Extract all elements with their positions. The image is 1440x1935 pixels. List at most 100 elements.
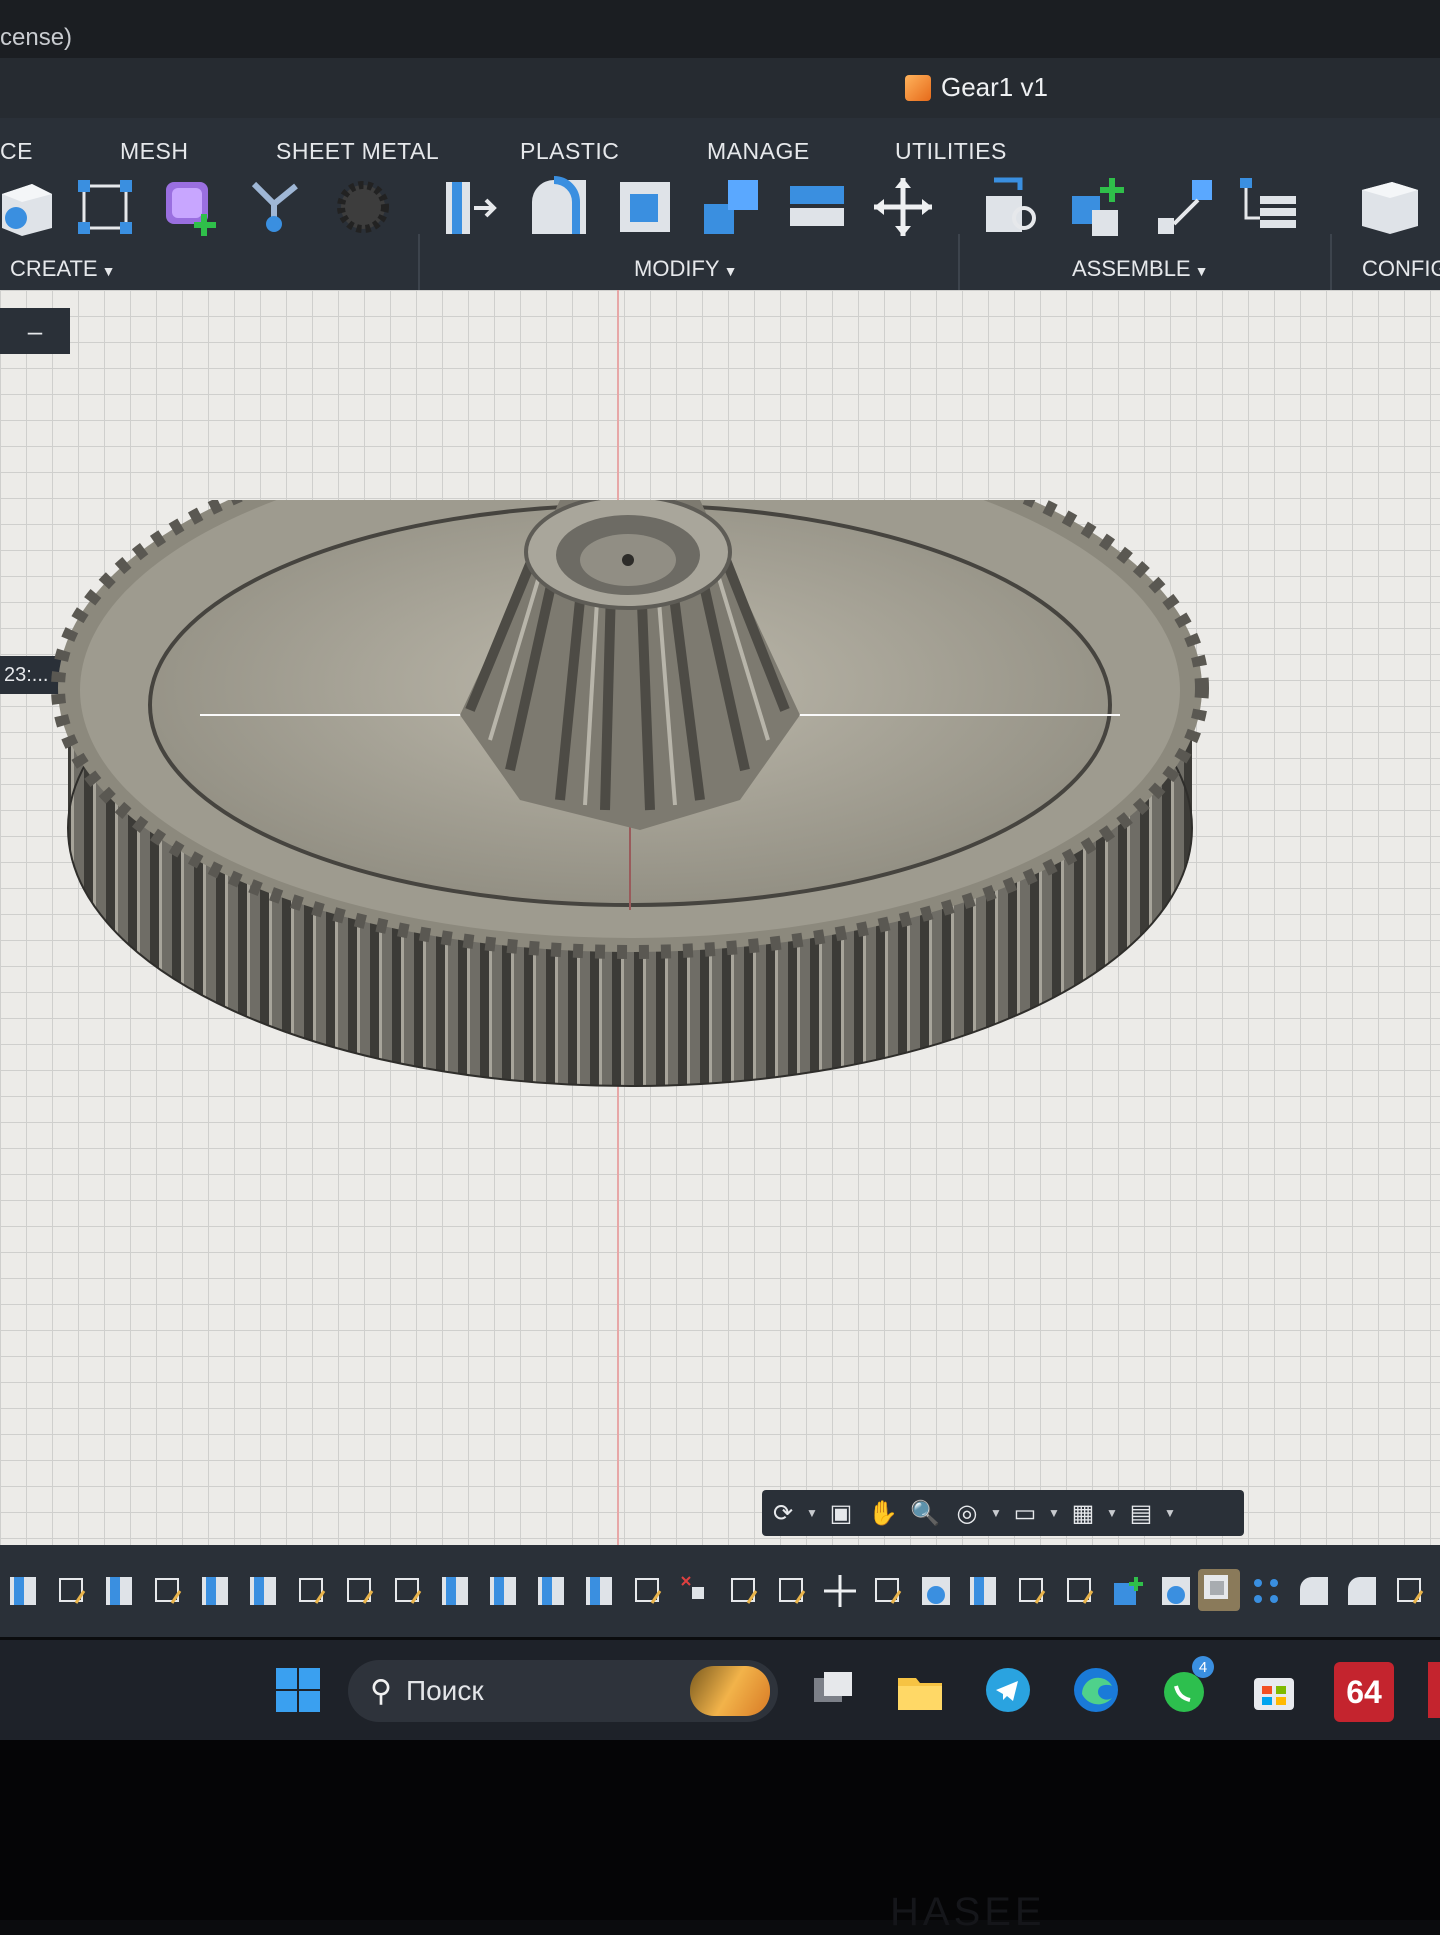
timeline-extrude-icon[interactable] — [486, 1573, 522, 1609]
joint-icon[interactable] — [980, 174, 1046, 240]
search-icon: ⚲ — [370, 1674, 392, 1708]
timeline-component-icon[interactable] — [1110, 1573, 1146, 1609]
timeline-extrude-icon[interactable] — [438, 1573, 474, 1609]
timeline-extrude-icon[interactable] — [534, 1573, 570, 1609]
timeline-sketch-icon[interactable] — [726, 1573, 762, 1609]
gear-tool-icon[interactable] — [330, 174, 396, 240]
microsoft-store-icon[interactable] — [1246, 1662, 1302, 1718]
tab-sheet-metal[interactable]: SHEET METAL — [276, 138, 439, 165]
move-copy-icon[interactable] — [870, 174, 936, 240]
caret-down-icon[interactable]: ▼ — [804, 1506, 820, 1520]
timeline-sketch-icon[interactable] — [1062, 1573, 1098, 1609]
monitor-brand-logo: HASEE — [890, 1890, 1046, 1934]
timeline-current-feature-icon[interactable] — [1198, 1569, 1240, 1611]
caret-down-icon[interactable]: ▼ — [1104, 1506, 1120, 1520]
tab-manage[interactable]: MANAGE — [707, 138, 810, 165]
app-partial-icon[interactable] — [1428, 1662, 1440, 1718]
offset-face-icon[interactable] — [784, 174, 850, 240]
timeline-sketch-icon[interactable] — [870, 1573, 906, 1609]
create-menu[interactable]: CREATE ▼ — [10, 256, 115, 282]
modify-label: MODIFY — [634, 256, 720, 281]
document-name: Gear1 v1 — [941, 72, 1048, 102]
tab-surface[interactable]: CE — [0, 138, 33, 165]
license-text: cense) — [0, 24, 73, 51]
tab-mesh[interactable]: MESH — [120, 138, 188, 165]
fillet-icon[interactable] — [526, 174, 592, 240]
create-label: CREATE — [10, 256, 98, 281]
timeline-sketch-icon[interactable] — [774, 1573, 810, 1609]
create-sketch-icon[interactable] — [72, 174, 138, 240]
windows-start-icon[interactable] — [270, 1662, 326, 1718]
configure-icon[interactable] — [1356, 174, 1422, 240]
timeline-sketch-icon[interactable] — [630, 1573, 666, 1609]
caret-down-icon: ▼ — [723, 263, 738, 279]
caret-down-icon[interactable]: ▼ — [1046, 1506, 1062, 1520]
timeline-revolve-icon[interactable] — [1158, 1573, 1194, 1609]
telegram-icon[interactable] — [980, 1662, 1036, 1718]
configure-menu[interactable]: CONFIG — [1362, 256, 1440, 282]
look-at-icon[interactable]: ▣ — [820, 1493, 862, 1533]
browser-collapse-button[interactable]: – — [0, 308, 70, 354]
pan-hand-icon[interactable]: ✋ — [862, 1493, 904, 1533]
gear-model[interactable] — [40, 500, 1220, 1320]
timeline-extrude-icon[interactable] — [966, 1573, 1002, 1609]
task-view-icon[interactable] — [806, 1662, 862, 1718]
caret-down-icon: ▼ — [1194, 263, 1209, 279]
timeline-extrude-icon[interactable] — [582, 1573, 618, 1609]
timeline-sketch-icon[interactable] — [1392, 1573, 1428, 1609]
zoom-icon[interactable]: 🔍 — [904, 1493, 946, 1533]
timeline-sketch-icon[interactable] — [294, 1573, 330, 1609]
search-highlight-image — [690, 1666, 770, 1716]
taskbar-search[interactable]: ⚲ Поиск — [348, 1660, 778, 1722]
edge-browser-icon[interactable] — [1068, 1662, 1124, 1718]
modify-menu[interactable]: MODIFY ▼ — [634, 256, 737, 282]
shell-icon[interactable] — [612, 174, 678, 240]
timeline-extrude-icon[interactable] — [6, 1573, 42, 1609]
ribbon-tabs: CE MESH SHEET METAL PLASTIC MANAGE UTILI… — [0, 128, 1440, 168]
document-tab[interactable]: Gear1 v1 — [905, 72, 1048, 103]
timeline-move-icon[interactable] — [822, 1573, 858, 1609]
caret-down-icon[interactable]: ▼ — [1162, 1506, 1178, 1520]
collapse-label: – — [27, 315, 43, 346]
display-settings-icon[interactable]: ▭ — [1004, 1493, 1046, 1533]
caret-down-icon: ▼ — [101, 263, 116, 279]
timeline-sketch-icon[interactable] — [390, 1573, 426, 1609]
tab-plastic[interactable]: PLASTIC — [520, 138, 619, 165]
assemble-label: ASSEMBLE — [1072, 256, 1191, 281]
timeline-extrude-icon[interactable] — [198, 1573, 234, 1609]
derive-icon[interactable] — [244, 174, 310, 240]
ribbon-tools — [0, 174, 1440, 334]
motion-link-icon[interactable] — [1152, 174, 1218, 240]
timeline-point-icon[interactable] — [678, 1573, 714, 1609]
timeline-sketch-icon[interactable] — [1014, 1573, 1050, 1609]
timeline-pattern-icon[interactable] — [1248, 1573, 1284, 1609]
orbit-icon[interactable]: ⟳ — [762, 1493, 804, 1533]
press-pull-icon[interactable] — [438, 174, 504, 240]
viewports-icon[interactable]: ▤ — [1120, 1493, 1162, 1533]
grid-icon[interactable]: ▦ — [1062, 1493, 1104, 1533]
timeline-fillet-icon[interactable] — [1296, 1573, 1332, 1609]
bill-of-materials-icon[interactable] — [1236, 174, 1302, 240]
timeline-revolve-icon[interactable] — [918, 1573, 954, 1609]
assemble-menu[interactable]: ASSEMBLE ▼ — [1072, 256, 1208, 282]
windows-taskbar: ⚲ Поиск 4 64 — [0, 1640, 1440, 1740]
whatsapp-icon[interactable]: 4 — [1156, 1656, 1214, 1718]
timeline-extrude-icon[interactable] — [102, 1573, 138, 1609]
combine-icon[interactable] — [698, 174, 764, 240]
timeline-sketch-icon[interactable] — [150, 1573, 186, 1609]
form-icon[interactable] — [158, 174, 224, 240]
feature-timeline — [0, 1545, 1440, 1637]
timeline-extrude-icon[interactable] — [246, 1573, 282, 1609]
configure-label: CONFIG — [1362, 256, 1440, 281]
timeline-fillet-icon[interactable] — [1344, 1573, 1380, 1609]
fit-icon[interactable]: ◎ — [946, 1493, 988, 1533]
new-component-icon[interactable] — [0, 174, 60, 240]
new-component-assemble-icon[interactable] — [1066, 174, 1132, 240]
document-bar: Gear1 v1 — [0, 58, 1440, 118]
caret-down-icon[interactable]: ▼ — [988, 1506, 1004, 1520]
file-explorer-icon[interactable] — [892, 1662, 948, 1718]
timeline-sketch-icon[interactable] — [342, 1573, 378, 1609]
app-64-icon[interactable]: 64 — [1334, 1662, 1394, 1722]
tab-utilities[interactable]: UTILITIES — [895, 138, 1007, 165]
timeline-sketch-icon[interactable] — [54, 1573, 90, 1609]
